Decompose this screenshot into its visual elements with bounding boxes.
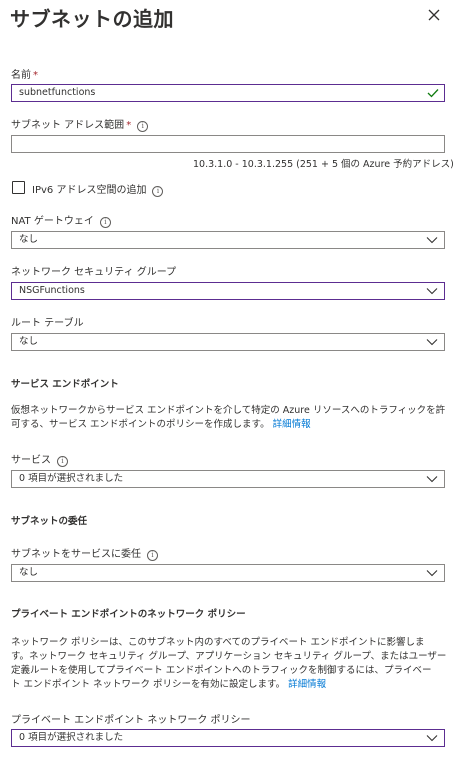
delegation-dropdown[interactable]: なし — [11, 564, 445, 582]
private-endpoint-policy-label: プライベート エンドポイント ネットワーク ポリシー — [11, 715, 251, 726]
learn-more-link[interactable]: 詳細情報 — [288, 679, 326, 690]
nat-gateway-label: NAT ゲートウェイ i — [11, 212, 111, 228]
delegation-heading: サブネットの委任 — [11, 516, 88, 527]
private-endpoint-heading: プライベート エンドポイントのネットワーク ポリシー — [11, 609, 246, 620]
private-endpoint-description: ネットワーク ポリシーは、このサブネット内のすべてのプライベート エンドポイント… — [11, 637, 447, 690]
check-icon — [427, 89, 439, 98]
private-endpoint-policy-dropdown[interactable]: 0 項目が選択されました — [11, 729, 445, 747]
panel-title: サブネットの追加 — [10, 7, 174, 31]
info-icon[interactable]: i — [137, 121, 149, 132]
info-icon[interactable]: i — [57, 456, 68, 467]
service-endpoints-heading: サービス エンドポイント — [11, 379, 119, 390]
learn-more-link[interactable]: 詳細情報 — [273, 419, 311, 430]
chevron-down-icon — [426, 288, 438, 295]
nsg-dropdown[interactable]: NSGFunctions — [11, 282, 445, 300]
name-label: 名前 * — [11, 70, 38, 81]
close-icon[interactable] — [425, 6, 443, 24]
service-endpoints-description: 仮想ネットワークからサービス エンドポイントを介して特定の Azure リソース… — [11, 405, 446, 430]
ipv6-label: IPv6 アドレス空間の追加 i — [32, 181, 164, 197]
required-marker: * — [33, 70, 38, 81]
name-input-value: subnetfunctions — [19, 87, 96, 98]
nat-gateway-dropdown[interactable]: なし — [11, 231, 445, 249]
address-range-input[interactable] — [11, 135, 445, 153]
route-table-label: ルート テーブル — [11, 318, 84, 329]
chevron-down-icon — [426, 735, 438, 742]
nsg-label: ネットワーク セキュリティ グループ — [11, 267, 177, 278]
chevron-down-icon — [426, 476, 438, 483]
info-icon[interactable]: i — [99, 217, 111, 228]
chevron-down-icon — [426, 339, 438, 346]
address-range-hint: 10.3.1.0 - 10.3.1.255 (251 + 5 個の Azure … — [193, 159, 454, 170]
route-table-dropdown[interactable]: なし — [11, 333, 445, 351]
required-marker: * — [126, 120, 132, 131]
services-label: サービス i — [11, 451, 68, 467]
address-range-label: サブネット アドレス範囲 * i — [11, 116, 149, 132]
ipv6-checkbox[interactable] — [12, 181, 25, 194]
delegation-label: サブネットをサービスに委任 i — [11, 545, 158, 561]
info-icon[interactable]: i — [152, 186, 164, 197]
services-dropdown[interactable]: 0 項目が選択されました — [11, 470, 445, 488]
chevron-down-icon — [426, 237, 438, 244]
chevron-down-icon — [426, 570, 438, 577]
name-input[interactable]: subnetfunctions — [11, 84, 445, 102]
info-icon[interactable]: i — [147, 550, 158, 561]
